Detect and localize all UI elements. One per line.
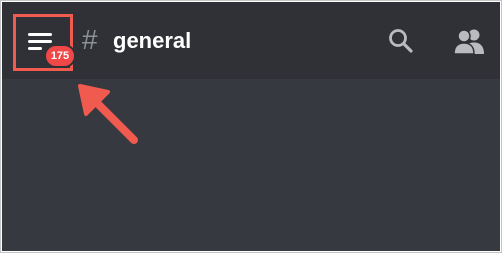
- chat-app: 175 # general: [2, 2, 500, 251]
- channel-name: general: [113, 28, 192, 53]
- channel-header: 175 # general: [2, 2, 500, 79]
- annotation-arrow: [78, 84, 138, 144]
- members-icon[interactable]: [454, 27, 484, 55]
- search-icon[interactable]: [388, 28, 414, 54]
- menu-button[interactable]: 175: [13, 14, 76, 71]
- unread-badge: 175: [44, 44, 76, 68]
- channel-hash-icon: #: [82, 24, 98, 55]
- screenshot-frame: 175 # general: [0, 0, 502, 253]
